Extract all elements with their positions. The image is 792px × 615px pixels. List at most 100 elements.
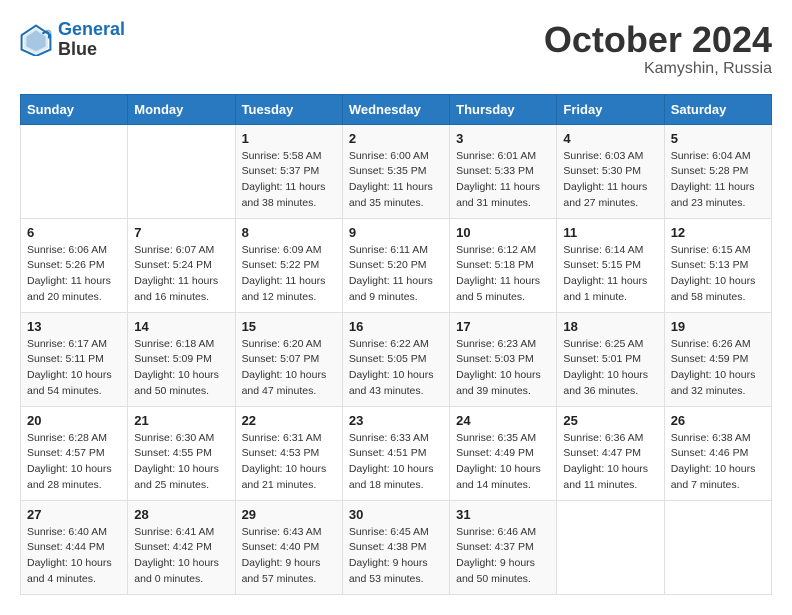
calendar-cell <box>664 500 771 594</box>
day-number: 3 <box>456 131 550 146</box>
day-info: Sunrise: 6:25 AMSunset: 5:01 PMDaylight:… <box>563 337 657 400</box>
weekday-header: Monday <box>128 94 235 124</box>
day-number: 13 <box>27 319 121 334</box>
day-info: Sunrise: 6:23 AMSunset: 5:03 PMDaylight:… <box>456 337 550 400</box>
day-info: Sunrise: 6:41 AMSunset: 4:42 PMDaylight:… <box>134 525 228 588</box>
calendar-cell: 8 Sunrise: 6:09 AMSunset: 5:22 PMDaylight… <box>235 218 342 312</box>
day-number: 24 <box>456 413 550 428</box>
day-info: Sunrise: 6:09 AMSunset: 5:22 PMDaylight:… <box>242 243 336 306</box>
day-number: 12 <box>671 225 765 240</box>
day-info: Sunrise: 6:40 AMSunset: 4:44 PMDaylight:… <box>27 525 121 588</box>
day-number: 27 <box>27 507 121 522</box>
day-info: Sunrise: 6:43 AMSunset: 4:40 PMDaylight:… <box>242 525 336 588</box>
calendar-cell: 24 Sunrise: 6:35 AMSunset: 4:49 PMDayligh… <box>450 406 557 500</box>
calendar-cell: 21Sunrise: 6:30 AMSunset: 4:55 PMDayligh… <box>128 406 235 500</box>
day-info: Sunrise: 6:07 AMSunset: 5:24 PMDaylight:… <box>134 243 228 306</box>
day-info: Sunrise: 6:14 AMSunset: 5:15 PMDaylight:… <box>563 243 657 306</box>
day-info: Sunrise: 6:01 AMSunset: 5:33 PMDaylight:… <box>456 149 550 212</box>
calendar-cell: 11 Sunrise: 6:14 AMSunset: 5:15 PMDayligh… <box>557 218 664 312</box>
day-info: Sunrise: 6:35 AMSunset: 4:49 PMDaylight:… <box>456 431 550 494</box>
day-number: 19 <box>671 319 765 334</box>
calendar-week-row: 13 Sunrise: 6:17 AMSunset: 5:11 PMDayligh… <box>21 312 772 406</box>
calendar-cell: 27 Sunrise: 6:40 AMSunset: 4:44 PMDayligh… <box>21 500 128 594</box>
day-number: 28 <box>134 507 228 522</box>
calendar-cell: 15 Sunrise: 6:20 AMSunset: 5:07 PMDayligh… <box>235 312 342 406</box>
day-number: 29 <box>242 507 336 522</box>
day-number: 10 <box>456 225 550 240</box>
day-number: 11 <box>563 225 657 240</box>
calendar-cell: 28 Sunrise: 6:41 AMSunset: 4:42 PMDayligh… <box>128 500 235 594</box>
weekday-header: Wednesday <box>342 94 449 124</box>
logo-text: General Blue <box>58 20 125 60</box>
calendar-cell: 12 Sunrise: 6:15 AMSunset: 5:13 PMDayligh… <box>664 218 771 312</box>
calendar-week-row: 27 Sunrise: 6:40 AMSunset: 4:44 PMDayligh… <box>21 500 772 594</box>
day-info: Sunrise: 6:03 AMSunset: 5:30 PMDaylight:… <box>563 149 657 212</box>
day-number: 25 <box>563 413 657 428</box>
calendar-cell <box>557 500 664 594</box>
day-number: 14 <box>134 319 228 334</box>
weekday-header: Saturday <box>664 94 771 124</box>
calendar-cell: 18 Sunrise: 6:25 AMSunset: 5:01 PMDayligh… <box>557 312 664 406</box>
calendar-cell: 7 Sunrise: 6:07 AMSunset: 5:24 PMDaylight… <box>128 218 235 312</box>
day-number: 8 <box>242 225 336 240</box>
calendar-cell: 13 Sunrise: 6:17 AMSunset: 5:11 PMDayligh… <box>21 312 128 406</box>
day-info: Sunrise: 6:45 AMSunset: 4:38 PMDaylight:… <box>349 525 443 588</box>
day-number: 5 <box>671 131 765 146</box>
day-number: 23 <box>349 413 443 428</box>
calendar-cell: 23 Sunrise: 6:33 AMSunset: 4:51 PMDayligh… <box>342 406 449 500</box>
day-number: 26 <box>671 413 765 428</box>
calendar-cell: 6 Sunrise: 6:06 AMSunset: 5:26 PMDaylight… <box>21 218 128 312</box>
day-info: Sunrise: 6:28 AMSunset: 4:57 PMDaylight:… <box>27 431 121 494</box>
day-number: 9 <box>349 225 443 240</box>
calendar-cell: 26 Sunrise: 6:38 AMSunset: 4:46 PMDayligh… <box>664 406 771 500</box>
day-info: Sunrise: 6:04 AMSunset: 5:28 PMDaylight:… <box>671 149 765 212</box>
day-info: Sunrise: 6:31 AMSunset: 4:53 PMDaylight:… <box>242 431 336 494</box>
calendar-table: SundayMondayTuesdayWednesdayThursdayFrid… <box>20 94 772 595</box>
day-number: 6 <box>27 225 121 240</box>
day-number: 16 <box>349 319 443 334</box>
day-number: 22 <box>242 413 336 428</box>
calendar-cell: 10Sunrise: 6:12 AMSunset: 5:18 PMDayligh… <box>450 218 557 312</box>
title-block: October 2024 Kamyshin, Russia <box>544 20 772 78</box>
calendar-cell <box>128 124 235 218</box>
day-number: 20 <box>27 413 121 428</box>
calendar-cell: 20 Sunrise: 6:28 AMSunset: 4:57 PMDayligh… <box>21 406 128 500</box>
day-info: Sunrise: 6:17 AMSunset: 5:11 PMDaylight:… <box>27 337 121 400</box>
weekday-header: Tuesday <box>235 94 342 124</box>
weekday-header-row: SundayMondayTuesdayWednesdayThursdayFrid… <box>21 94 772 124</box>
calendar-cell: 5 Sunrise: 6:04 AMSunset: 5:28 PMDaylight… <box>664 124 771 218</box>
day-info: Sunrise: 6:15 AMSunset: 5:13 PMDaylight:… <box>671 243 765 306</box>
day-number: 4 <box>563 131 657 146</box>
calendar-cell: 29 Sunrise: 6:43 AMSunset: 4:40 PMDayligh… <box>235 500 342 594</box>
day-number: 15 <box>242 319 336 334</box>
calendar-cell: 31Sunrise: 6:46 AMSunset: 4:37 PMDayligh… <box>450 500 557 594</box>
calendar-cell: 4 Sunrise: 6:03 AMSunset: 5:30 PMDaylight… <box>557 124 664 218</box>
day-info: Sunrise: 6:38 AMSunset: 4:46 PMDaylight:… <box>671 431 765 494</box>
day-info: Sunrise: 5:58 AMSunset: 5:37 PMDaylight:… <box>242 149 336 212</box>
calendar-week-row: 20 Sunrise: 6:28 AMSunset: 4:57 PMDayligh… <box>21 406 772 500</box>
day-info: Sunrise: 6:06 AMSunset: 5:26 PMDaylight:… <box>27 243 121 306</box>
day-info: Sunrise: 6:18 AMSunset: 5:09 PMDaylight:… <box>134 337 228 400</box>
weekday-header: Thursday <box>450 94 557 124</box>
page-header: General Blue October 2024 Kamyshin, Russ… <box>20 20 772 78</box>
day-info: Sunrise: 6:22 AMSunset: 5:05 PMDaylight:… <box>349 337 443 400</box>
location-title: Kamyshin, Russia <box>544 60 772 78</box>
calendar-cell: 25 Sunrise: 6:36 AMSunset: 4:47 PMDayligh… <box>557 406 664 500</box>
logo-icon <box>20 24 52 56</box>
day-number: 17 <box>456 319 550 334</box>
calendar-cell: 3 Sunrise: 6:01 AMSunset: 5:33 PMDaylight… <box>450 124 557 218</box>
calendar-cell: 1Sunrise: 5:58 AMSunset: 5:37 PMDaylight… <box>235 124 342 218</box>
day-number: 7 <box>134 225 228 240</box>
day-info: Sunrise: 6:36 AMSunset: 4:47 PMDaylight:… <box>563 431 657 494</box>
day-number: 18 <box>563 319 657 334</box>
calendar-cell: 30 Sunrise: 6:45 AMSunset: 4:38 PMDayligh… <box>342 500 449 594</box>
day-info: Sunrise: 6:33 AMSunset: 4:51 PMDaylight:… <box>349 431 443 494</box>
calendar-cell: 16 Sunrise: 6:22 AMSunset: 5:05 PMDayligh… <box>342 312 449 406</box>
calendar-week-row: 6 Sunrise: 6:06 AMSunset: 5:26 PMDaylight… <box>21 218 772 312</box>
day-number: 30 <box>349 507 443 522</box>
day-info: Sunrise: 6:20 AMSunset: 5:07 PMDaylight:… <box>242 337 336 400</box>
day-info: Sunrise: 6:46 AMSunset: 4:37 PMDaylight:… <box>456 525 550 588</box>
weekday-header: Friday <box>557 94 664 124</box>
day-info: Sunrise: 6:26 AMSunset: 4:59 PMDaylight:… <box>671 337 765 400</box>
calendar-cell: 14 Sunrise: 6:18 AMSunset: 5:09 PMDayligh… <box>128 312 235 406</box>
